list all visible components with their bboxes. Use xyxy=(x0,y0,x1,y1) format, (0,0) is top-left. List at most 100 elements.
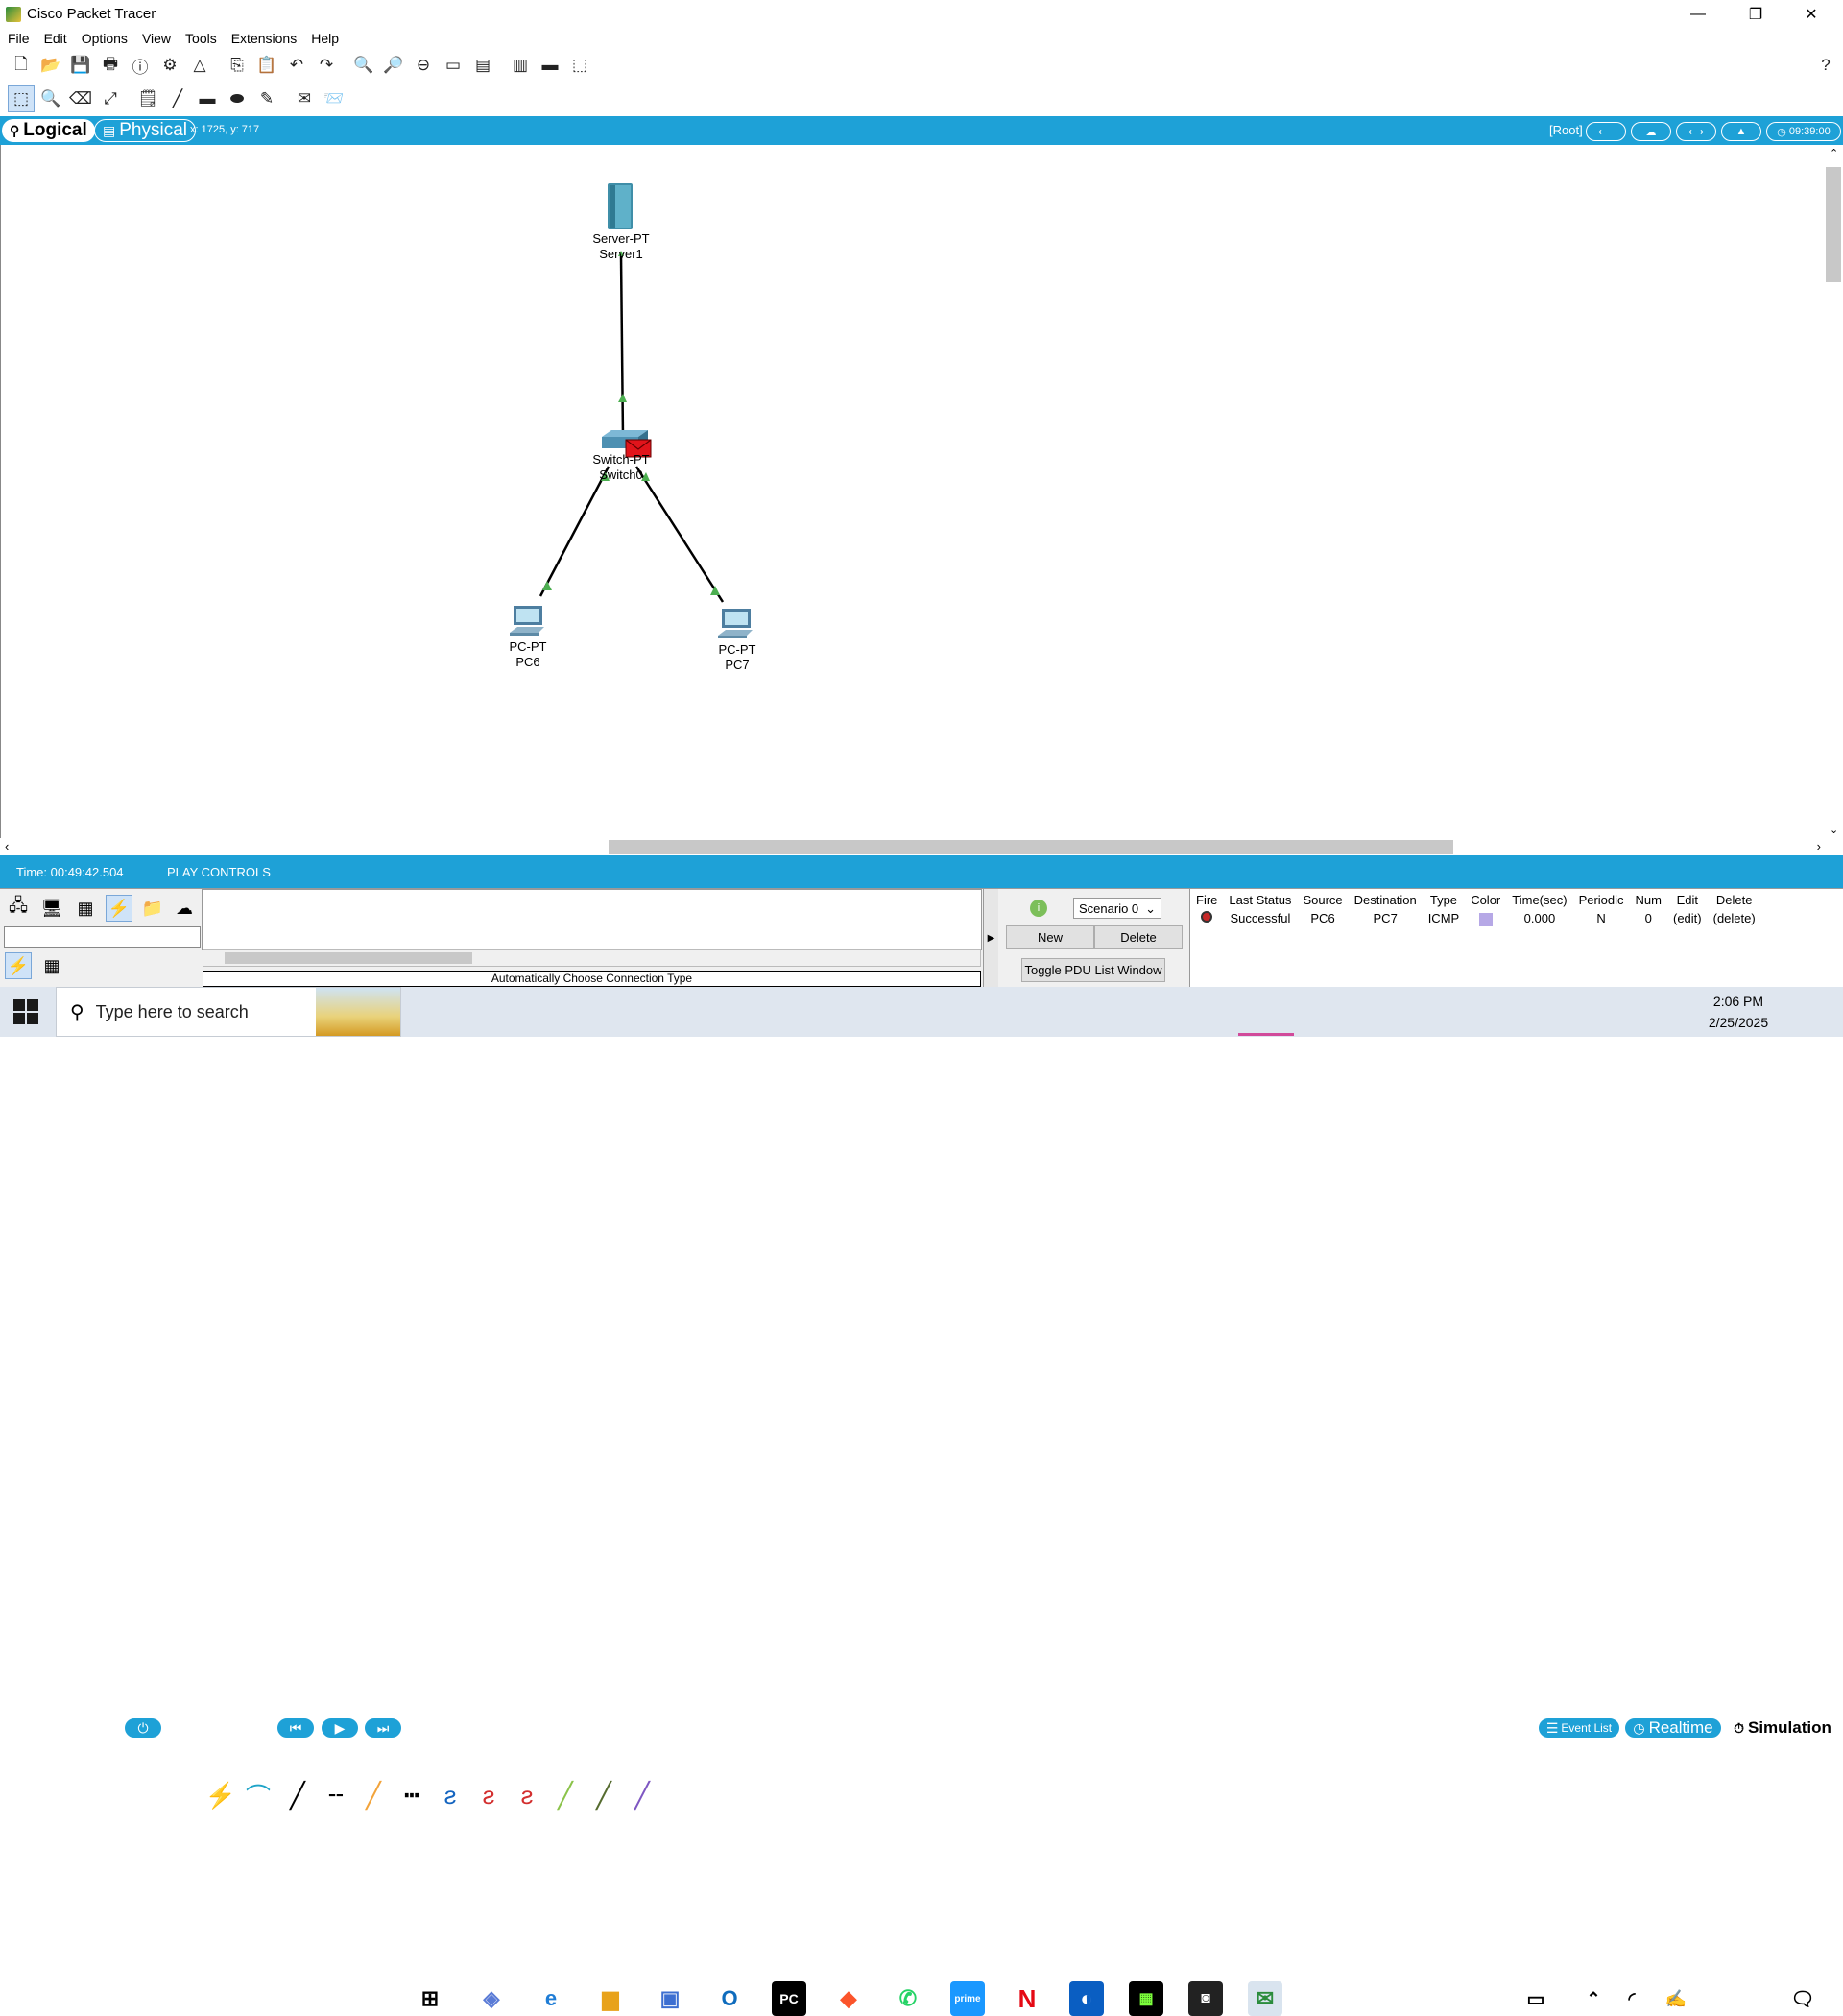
zoom-in-icon[interactable]: 🔍 xyxy=(350,52,377,79)
menu-tools[interactable]: Tools xyxy=(178,31,224,46)
device-search-field[interactable] xyxy=(4,926,201,948)
redo-icon[interactable]: ↷ xyxy=(313,52,340,79)
scenario-select[interactable]: Scenario 0 ⌄ xyxy=(1073,898,1161,919)
connection-scrollbar[interactable] xyxy=(203,949,981,967)
pdu-icon[interactable]: ▥ xyxy=(507,52,534,79)
add-complex-pdu-icon[interactable]: 📨 xyxy=(321,85,347,112)
miscellaneous-icon[interactable]: 📁 xyxy=(139,895,166,922)
taskbar-search-box[interactable]: ⚲ Type here to search xyxy=(56,987,401,1037)
system-clock[interactable]: 2:06 PM 2/25/2025 xyxy=(1704,991,1773,1033)
realtime-mode-button[interactable]: ◷ Realtime xyxy=(1624,1717,1722,1739)
router-icon[interactable]: ▬ xyxy=(537,52,563,79)
scroll-up-icon[interactable]: ⌃ xyxy=(1830,147,1838,159)
horizontal-scroll-thumb[interactable] xyxy=(609,840,1453,854)
logical-workspace-canvas[interactable]: Server-PT Server1 Switch-PT Switch0 PC-P… xyxy=(0,145,1843,838)
show-hidden-icons-chevron[interactable]: ⌃ xyxy=(1576,1981,1611,2016)
usb-cable-icon[interactable]: ╱ xyxy=(626,1777,658,1813)
components-icon[interactable]: ▦ xyxy=(72,895,99,922)
copilot-icon[interactable]: ◈ xyxy=(474,1981,509,2016)
minimize-button[interactable]: — xyxy=(1670,0,1726,28)
notifications-icon[interactable]: 🗨 xyxy=(1785,1981,1820,2016)
back-button[interactable]: ⟵ xyxy=(1586,122,1626,141)
file-explorer-icon[interactable]: ▆ xyxy=(593,1981,628,2016)
undo-icon[interactable]: ↶ xyxy=(283,52,310,79)
simulation-mode-button[interactable]: ⏱ Simulation xyxy=(1724,1717,1841,1739)
zoom-reset-icon[interactable]: 🔎 xyxy=(380,52,407,79)
wifi-icon[interactable]: ◜ xyxy=(1615,1981,1649,2016)
delete-scenario-button[interactable]: Delete xyxy=(1094,925,1183,949)
freeform-icon[interactable]: ✎ xyxy=(253,85,280,112)
edit-link[interactable]: (edit) xyxy=(1667,909,1708,928)
delete-tool-icon[interactable]: ⌫ xyxy=(67,85,94,112)
task-view-icon[interactable]: ⊞ xyxy=(413,1981,447,2016)
fire-cell[interactable] xyxy=(1190,909,1223,928)
set-background-button[interactable]: ▲ xyxy=(1721,122,1761,141)
help-icon[interactable]: ? xyxy=(1812,52,1839,79)
new-scenario-button[interactable]: New xyxy=(1006,925,1094,949)
root-breadcrumb[interactable]: [Root] xyxy=(1549,123,1583,137)
pycharm-icon[interactable]: PC xyxy=(772,1981,806,2016)
back-step-button[interactable]: ⏮ xyxy=(276,1717,315,1739)
print-icon[interactable]: 🖶 xyxy=(97,52,124,79)
prime-video-icon[interactable]: prime xyxy=(950,1981,985,2016)
edge-browser-icon[interactable]: e xyxy=(534,1981,568,2016)
save-icon[interactable]: 💾 xyxy=(67,52,94,79)
windows-start-icon[interactable] xyxy=(13,999,38,1024)
network-devices-icon[interactable]: 🖧 xyxy=(5,895,32,922)
copper-cross-over-icon[interactable]: ╌ xyxy=(320,1777,352,1813)
resize-tool-icon[interactable]: ⤢ xyxy=(97,85,124,112)
fiber-icon[interactable]: ╱ xyxy=(357,1777,390,1813)
scenario-info-icon[interactable]: i xyxy=(1030,900,1047,917)
drawing-palette-icon[interactable]: ▭ xyxy=(440,52,467,79)
chip-app-icon[interactable]: ▦ xyxy=(1129,1981,1163,2016)
link-server-switch[interactable] xyxy=(619,254,625,439)
copper-straight-through-icon[interactable]: ╱ xyxy=(281,1777,314,1813)
menu-view[interactable]: View xyxy=(134,31,178,46)
vertical-scroll-thumb[interactable] xyxy=(1826,167,1841,282)
end-devices-icon[interactable]: 🖥 xyxy=(38,895,65,922)
new-cluster-button[interactable]: ☁ xyxy=(1631,122,1671,141)
connections-subcategory-icon[interactable]: ⚡ xyxy=(5,952,32,979)
draw-ellipse-icon[interactable]: ⬬ xyxy=(224,85,251,112)
octal-cable-icon[interactable]: ╱ xyxy=(549,1777,582,1813)
zoom-out-icon[interactable]: ⊖ xyxy=(410,52,437,79)
open-folder-icon[interactable]: 📂 xyxy=(37,52,64,79)
fire-status-icon[interactable] xyxy=(1201,911,1213,924)
cluster-icon[interactable]: ⬚ xyxy=(566,52,593,79)
event-list-button[interactable]: ☰ Event List xyxy=(1538,1717,1620,1739)
panel-collapse-arrow-icon[interactable]: ▶ xyxy=(983,889,998,988)
inspect-tool-icon[interactable]: 🔍 xyxy=(37,85,64,112)
add-simple-pdu-icon[interactable]: ✉ xyxy=(291,85,318,112)
brave-browser-icon[interactable]: ◆ xyxy=(831,1981,866,2016)
serial-dte-icon[interactable]: ƨ xyxy=(511,1777,543,1813)
connection-scroll-thumb[interactable] xyxy=(225,952,472,964)
pc7-device[interactable] xyxy=(716,607,754,641)
note-tool-icon[interactable]: 🗒 xyxy=(134,85,161,112)
toggle-pdu-list-button[interactable]: Toggle PDU List Window xyxy=(1021,958,1165,982)
draw-line-icon[interactable]: ╱ xyxy=(164,85,191,112)
tab-logical[interactable]: ⚲ Logical xyxy=(2,119,95,142)
packet-tracer-taskbar-icon[interactable]: ✉ xyxy=(1248,1981,1282,2016)
pc6-device[interactable] xyxy=(508,604,546,638)
server-device[interactable] xyxy=(605,181,635,231)
menu-edit[interactable]: Edit xyxy=(36,31,74,46)
scroll-right-icon[interactable]: › xyxy=(1817,839,1821,853)
menu-help[interactable]: Help xyxy=(303,31,346,46)
paste-icon[interactable]: 📋 xyxy=(253,52,280,79)
menu-options[interactable]: Options xyxy=(74,31,134,46)
structured-cabling-icon[interactable]: ▦ xyxy=(38,952,65,979)
scroll-left-icon[interactable]: ‹ xyxy=(5,839,9,853)
network-wizard-icon[interactable]: ⚙ xyxy=(156,52,183,79)
connections-icon[interactable]: ⚡ xyxy=(106,895,132,922)
menu-extensions[interactable]: Extensions xyxy=(224,31,303,46)
console-cable-icon[interactable]: ⌒ xyxy=(242,1777,275,1813)
auto-connection-icon[interactable]: ⚡ xyxy=(204,1777,237,1813)
copy-icon[interactable]: ⎘ xyxy=(224,52,251,79)
dolby-access-icon[interactable]: ◐ xyxy=(1069,1981,1104,2016)
forward-step-button[interactable]: ⏭ xyxy=(364,1717,402,1739)
table-row[interactable]: Successful PC6 PC7 ICMP 0.000 N 0 (edit)… xyxy=(1190,909,1761,928)
netflix-icon[interactable]: N xyxy=(1010,1981,1044,2016)
microsoft-store-icon[interactable]: ▣ xyxy=(653,1981,687,2016)
multiuser-icon[interactable]: ☁ xyxy=(171,895,198,922)
power-cycle-button[interactable]: ⏻ xyxy=(124,1717,162,1739)
